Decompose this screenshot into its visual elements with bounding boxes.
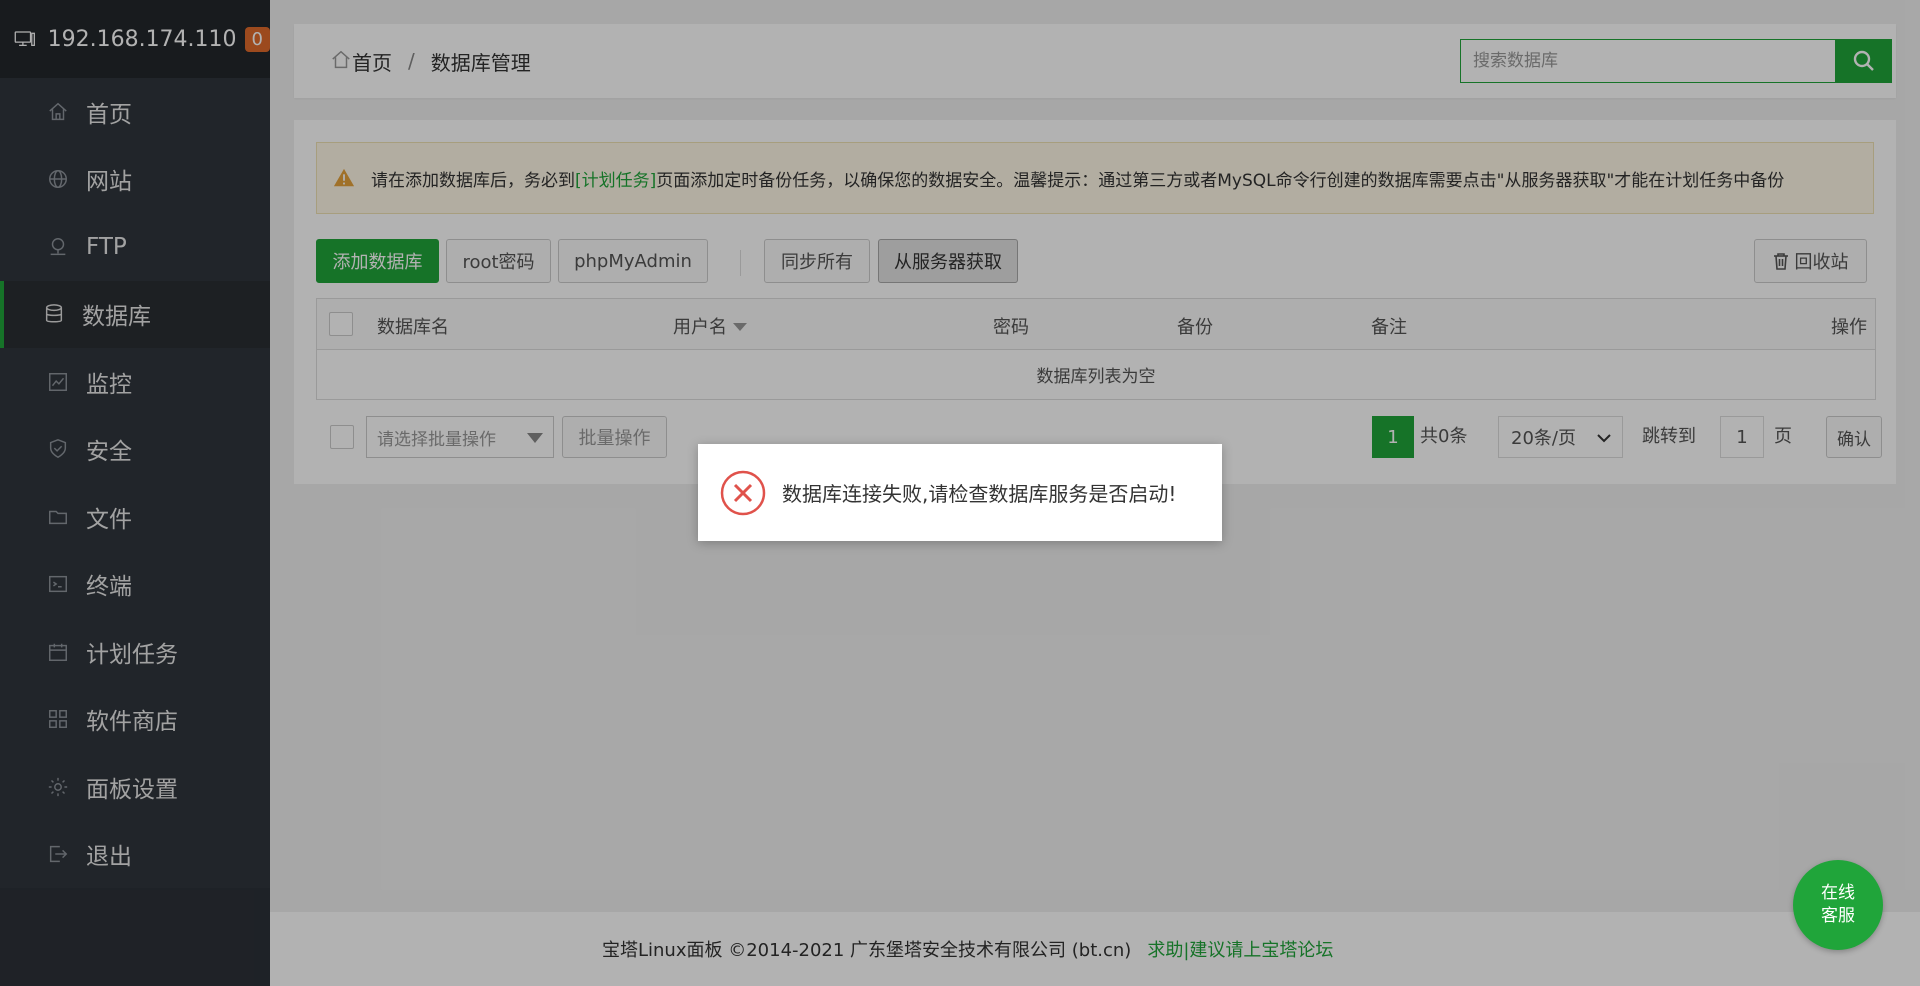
online-support-button[interactable]: 在线 客服 bbox=[1793, 860, 1883, 950]
support-label-line2: 客服 bbox=[1821, 906, 1855, 926]
error-message: 数据库连接失败,请检查数据库服务是否启动! bbox=[782, 482, 1177, 506]
error-dialog: 数据库连接失败,请检查数据库服务是否启动! bbox=[698, 444, 1222, 541]
support-label-line1: 在线 bbox=[1821, 883, 1855, 903]
error-icon bbox=[720, 470, 766, 515]
